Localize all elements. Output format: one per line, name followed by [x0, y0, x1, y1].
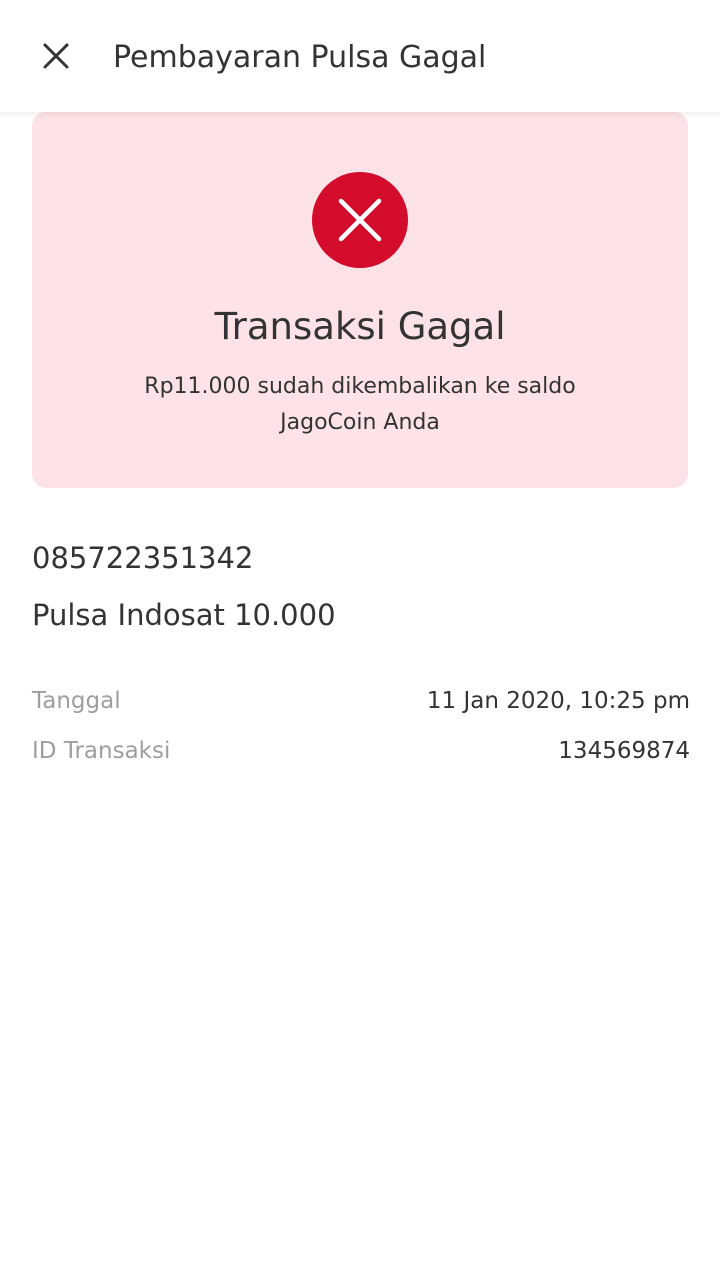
- product-name: Pulsa Indosat 10.000: [32, 598, 336, 632]
- refund-message: Rp11.000 sudah dikembalikan ke saldo Jag…: [144, 374, 576, 435]
- date-label: Tanggal: [32, 688, 121, 714]
- transaction-id-value: 134569874: [558, 738, 690, 764]
- error-x-icon: [338, 198, 382, 242]
- status-card: Transaksi Gagal Rp11.000 sudah dikembali…: [32, 112, 688, 488]
- app-bar: Pembayaran Pulsa Gagal: [0, 0, 720, 112]
- close-button[interactable]: [26, 26, 86, 86]
- transaction-id-label: ID Transaksi: [32, 738, 171, 764]
- date-value: 11 Jan 2020, 10:25 pm: [426, 688, 690, 714]
- payment-failed-screen: Pembayaran Pulsa Gagal Transaksi Gagal R…: [0, 0, 720, 1280]
- status-title: Transaksi Gagal: [214, 305, 506, 348]
- close-icon: [43, 43, 69, 69]
- page-title: Pembayaran Pulsa Gagal: [113, 40, 487, 75]
- failed-status-badge: [312, 172, 408, 268]
- detail-row-transaction-id: ID Transaksi 134569874: [32, 734, 690, 768]
- phone-number: 085722351342: [32, 541, 254, 575]
- detail-row-date: Tanggal 11 Jan 2020, 10:25 pm: [32, 684, 690, 718]
